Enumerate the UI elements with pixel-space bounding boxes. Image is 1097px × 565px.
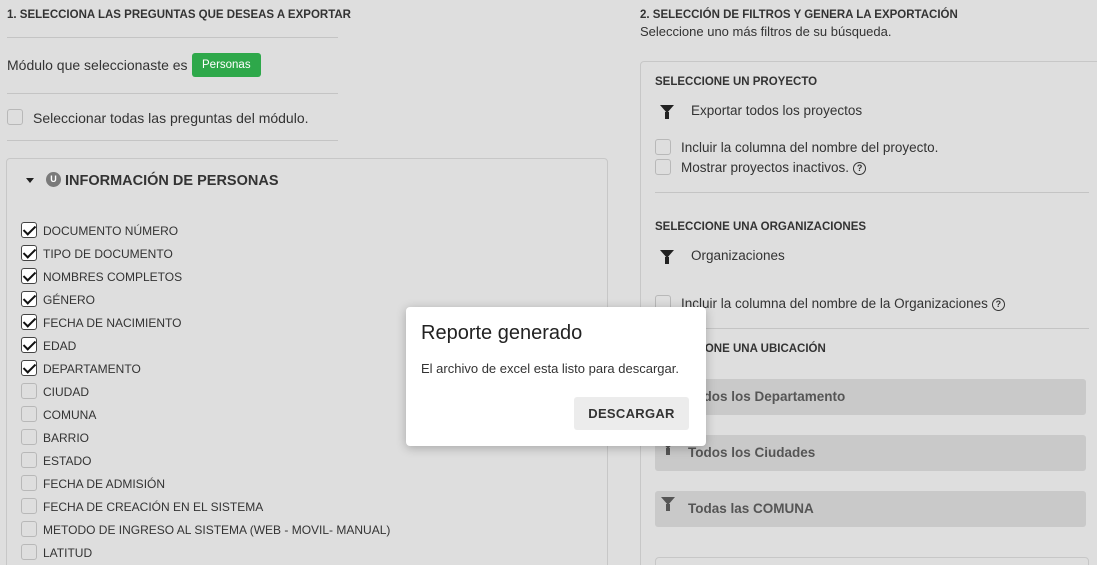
report-dialog: Reporte generado El archivo de excel est… (406, 307, 706, 446)
show-inactive-label: Mostrar proyectos inactivos. (681, 160, 850, 175)
question-label: EDAD (43, 339, 77, 353)
dialog-title: Reporte generado (421, 322, 583, 344)
question-checkbox[interactable] (21, 245, 37, 261)
department-filter-label: Todos los Departamento (688, 389, 846, 404)
question-label: NOMBRES COMPLETOS (43, 270, 183, 284)
comuna-filter[interactable]: Todas las COMUNA (655, 491, 1086, 527)
question-checkbox[interactable] (21, 337, 37, 353)
group-title[interactable]: INFORMACIÓN DE PERSONAS (65, 173, 279, 189)
question-checkbox[interactable] (21, 452, 37, 468)
question-checkbox[interactable] (21, 383, 37, 399)
question-label: FECHA DE NACIMIENTO (43, 316, 182, 330)
project-section-title: SELECCIONE UN PROYECTO (655, 76, 818, 88)
question-label: METODO DE INGRESO AL SISTEMA (WEB - MOVI… (43, 523, 391, 537)
divider (7, 37, 338, 38)
city-filter-label: Todos los Ciudades (688, 445, 816, 460)
next-filter-box[interactable] (655, 557, 1089, 565)
question-checkbox[interactable] (21, 360, 37, 376)
question-checkbox[interactable] (21, 475, 37, 491)
question-checkbox[interactable] (21, 406, 37, 422)
show-inactive-row: Mostrar proyectos inactivos.? (681, 160, 867, 175)
question-label: COMUNA (43, 408, 97, 422)
include-project-label: Incluir la columna del nombre del proyec… (681, 140, 939, 155)
include-org-label: Incluir la columna del nombre de la Orga… (681, 296, 988, 311)
collapse-caret-icon[interactable] (26, 178, 34, 183)
dialog-message: El archivo de excel esta listo para desc… (421, 361, 679, 376)
question-checkbox[interactable] (21, 544, 37, 560)
filters-panel (640, 61, 1097, 565)
question-label: FECHA DE ADMISIÓN (43, 477, 166, 491)
question-checkbox[interactable] (21, 222, 37, 238)
question-label: BARRIO (43, 431, 90, 445)
module-badge: Personas (192, 53, 261, 77)
question-label: LATITUD (43, 546, 93, 560)
include-project-checkbox[interactable] (655, 139, 671, 155)
divider (7, 93, 338, 94)
question-checkbox[interactable] (21, 498, 37, 514)
divider (655, 328, 1089, 329)
comuna-filter-label: Todas las COMUNA (688, 501, 814, 516)
group-badge-icon: U (46, 172, 61, 187)
include-org-row: Incluir la columna del nombre de la Orga… (681, 296, 1005, 311)
question-checkbox[interactable] (21, 268, 37, 284)
project-filter-label[interactable]: Exportar todos los proyectos (691, 103, 862, 118)
city-filter[interactable]: Todos los Ciudades (655, 435, 1086, 471)
select-all-label: Seleccionar todas las preguntas del módu… (33, 110, 309, 126)
module-label: Módulo que seleccionaste es : (7, 57, 196, 73)
question-label: TIPO DE DOCUMENTO (43, 247, 173, 261)
question-label: ESTADO (43, 454, 92, 468)
department-filter[interactable]: Todos los Departamento (655, 379, 1086, 415)
divider (655, 192, 1089, 193)
org-filter-label[interactable]: Organizaciones (691, 248, 785, 263)
filter-icon (661, 497, 675, 511)
divider (7, 140, 338, 141)
question-label: DOCUMENTO NÚMERO (43, 224, 179, 238)
question-checkbox[interactable] (21, 291, 37, 307)
question-checkbox[interactable] (21, 429, 37, 445)
download-button[interactable]: DESCARGAR (574, 397, 689, 430)
filters-title: 2. SELECCIÓN DE FILTROS Y GENERA LA EXPO… (640, 9, 958, 21)
org-section-title: SELECCIONE UNA ORGANIZACIONES (655, 221, 867, 233)
question-checkbox[interactable] (21, 521, 37, 537)
question-label: CIUDAD (43, 385, 90, 399)
select-all-checkbox[interactable] (7, 109, 23, 125)
filter-icon (660, 105, 674, 119)
question-checkbox[interactable] (21, 314, 37, 330)
filters-subtitle: Seleccione uno más filtros de su búsqued… (640, 24, 892, 39)
help-icon[interactable]: ? (853, 161, 867, 175)
question-label: DEPARTAMENTO (43, 362, 141, 376)
show-inactive-checkbox[interactable] (655, 159, 671, 175)
question-label: FECHA DE CREACIÓN EN EL SISTEMA (43, 500, 264, 514)
help-icon[interactable]: ? (991, 297, 1005, 311)
filter-icon (660, 250, 674, 264)
question-label: GÉNERO (43, 293, 96, 307)
export-questions-title: 1. SELECCIONA LAS PREGUNTAS QUE DESEAS A… (7, 9, 351, 21)
